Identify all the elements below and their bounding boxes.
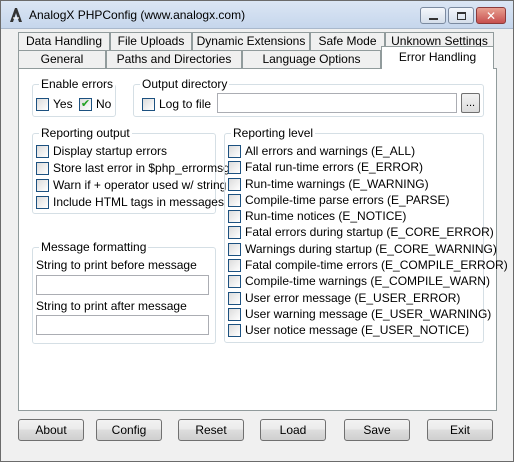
- analogx-logo-icon: [10, 8, 22, 22]
- tab-data-handling[interactable]: Data Handling: [18, 32, 110, 50]
- e-notice-checkbox[interactable]: Run-time notices (E_NOTICE): [228, 209, 406, 223]
- e-user-notice-checkbox[interactable]: User notice message (E_USER_NOTICE): [228, 323, 469, 337]
- checkbox-label: Fatal compile-time errors (E_COMPILE_ERR…: [245, 258, 508, 272]
- output-directory-title: Output directory: [140, 77, 230, 91]
- save-button[interactable]: Save: [344, 419, 410, 441]
- include-html-tags-checkbox[interactable]: Include HTML tags in messages: [36, 195, 224, 209]
- checkbox-box[interactable]: [36, 178, 49, 192]
- enable-errors-no-checkbox[interactable]: ✔ No: [79, 97, 111, 111]
- check-mark-icon: ✔: [80, 97, 91, 110]
- checkbox-box[interactable]: [228, 144, 241, 158]
- tab-file-uploads[interactable]: File Uploads: [110, 32, 192, 50]
- checkbox-box[interactable]: [228, 258, 241, 272]
- output-directory-group: Output directory Log to file ...: [133, 77, 484, 117]
- tab-paths-and-directories[interactable]: Paths and Directories: [106, 50, 242, 68]
- checkbox-label: Yes: [53, 97, 73, 111]
- e-user-error-checkbox[interactable]: User error message (E_USER_ERROR): [228, 291, 460, 305]
- checkbox-label: Run-time warnings (E_WARNING): [245, 177, 429, 191]
- before-message-label: String to print before message: [36, 258, 197, 272]
- tab-dynamic-extensions[interactable]: Dynamic Extensions: [192, 32, 310, 50]
- checkbox-label: Compile-time warnings (E_COMPILE_WARN): [245, 274, 490, 288]
- checkbox-label: Log to file: [159, 97, 212, 111]
- checkbox-label: User warning message (E_USER_WARNING): [245, 307, 492, 321]
- checkbox-box[interactable]: [228, 193, 241, 207]
- close-icon: ✕: [485, 8, 497, 23]
- e-user-warning-checkbox[interactable]: User warning message (E_USER_WARNING): [228, 307, 491, 321]
- checkbox-box[interactable]: [36, 97, 49, 111]
- reporting-level-group: Reporting level All errors and warnings …: [224, 126, 508, 343]
- checkbox-box[interactable]: [228, 323, 241, 337]
- e-warning-checkbox[interactable]: Run-time warnings (E_WARNING): [228, 177, 429, 191]
- store-last-error-checkbox[interactable]: Store last error in $php_errormsg: [36, 161, 230, 175]
- app-window: AnalogX PHPConfig (www.analogx.com) ✕ Da…: [0, 0, 514, 462]
- browse-button[interactable]: ...: [461, 93, 480, 113]
- tab-error-handling[interactable]: Error Handling: [381, 46, 494, 69]
- e-core-warning-checkbox[interactable]: Warnings during startup (E_CORE_WARNING): [228, 242, 497, 256]
- minimize-button[interactable]: [420, 7, 446, 24]
- tab-language-options[interactable]: Language Options: [242, 50, 381, 68]
- reporting-level-title: Reporting level: [231, 126, 316, 140]
- enable-errors-group: Enable errors Yes ✔ No: [32, 77, 116, 117]
- e-core-error-checkbox[interactable]: Fatal errors during startup (E_CORE_ERRO…: [228, 225, 494, 239]
- checkbox-box[interactable]: [36, 144, 49, 158]
- e-parse-checkbox[interactable]: Compile-time parse errors (E_PARSE): [228, 193, 450, 207]
- checkbox-box[interactable]: [142, 97, 155, 111]
- maximize-button[interactable]: [448, 7, 474, 24]
- window-title: AnalogX PHPConfig (www.analogx.com): [29, 8, 246, 22]
- about-button[interactable]: About: [18, 419, 84, 441]
- title-bar[interactable]: AnalogX PHPConfig (www.analogx.com) ✕: [1, 1, 513, 29]
- tab-safe-mode[interactable]: Safe Mode: [310, 32, 385, 50]
- error-handling-panel: Enable errors Yes ✔ No Output directory …: [18, 68, 508, 411]
- checkbox-label: Fatal run-time errors (E_ERROR): [245, 160, 424, 174]
- checkbox-box[interactable]: [228, 225, 241, 239]
- checkbox-label: Warn if + operator used w/ string: [53, 178, 227, 192]
- checkbox-box[interactable]: [228, 274, 241, 288]
- checkbox-label: User notice message (E_USER_NOTICE): [245, 323, 470, 337]
- e-error-checkbox[interactable]: Fatal run-time errors (E_ERROR): [228, 160, 423, 174]
- checkbox-box[interactable]: [228, 242, 241, 256]
- config-button[interactable]: Config: [96, 419, 162, 441]
- load-button[interactable]: Load: [260, 419, 326, 441]
- checkbox-label: Store last error in $php_errormsg: [53, 161, 230, 175]
- warn-plus-operator-checkbox[interactable]: Warn if + operator used w/ string: [36, 178, 226, 192]
- checkbox-label: Compile-time parse errors (E_PARSE): [245, 193, 450, 207]
- tab-general[interactable]: General: [18, 50, 106, 68]
- e-compile-warn-checkbox[interactable]: Compile-time warnings (E_COMPILE_WARN): [228, 274, 490, 288]
- checkbox-box[interactable]: [228, 177, 241, 191]
- checkbox-box[interactable]: [228, 291, 241, 305]
- checkbox-label: Include HTML tags in messages: [53, 195, 224, 209]
- reporting-output-group: Reporting output Display startup errors …: [32, 126, 230, 214]
- message-formatting-title: Message formatting: [39, 240, 149, 254]
- minimize-icon: [428, 17, 438, 20]
- reset-button[interactable]: Reset: [178, 419, 244, 441]
- checkbox-box[interactable]: ✔: [79, 97, 92, 111]
- close-button[interactable]: ✕: [476, 7, 506, 24]
- checkbox-label: Display startup errors: [53, 144, 168, 158]
- after-message-field[interactable]: [36, 315, 209, 335]
- checkbox-box[interactable]: [228, 307, 241, 321]
- exit-button[interactable]: Exit: [427, 419, 493, 441]
- after-message-label: String to print after message: [36, 299, 187, 313]
- e-all-checkbox[interactable]: All errors and warnings (E_ALL): [228, 144, 415, 158]
- log-to-file-checkbox[interactable]: Log to file: [142, 97, 211, 111]
- message-formatting-group: Message formatting String to print befor…: [32, 240, 216, 344]
- checkbox-label: All errors and warnings (E_ALL): [245, 144, 416, 158]
- enable-errors-title: Enable errors: [39, 77, 116, 91]
- before-message-field[interactable]: [36, 275, 209, 295]
- checkbox-box[interactable]: [36, 161, 49, 175]
- checkbox-label: Fatal errors during startup (E_CORE_ERRO…: [245, 225, 494, 239]
- e-compile-error-checkbox[interactable]: Fatal compile-time errors (E_COMPILE_ERR…: [228, 258, 508, 272]
- checkbox-label: User error message (E_USER_ERROR): [245, 291, 461, 305]
- checkbox-label: Run-time notices (E_NOTICE): [245, 209, 407, 223]
- checkbox-label: No: [96, 97, 112, 111]
- checkbox-box[interactable]: [228, 209, 241, 223]
- display-startup-errors-checkbox[interactable]: Display startup errors: [36, 144, 167, 158]
- checkbox-label: Warnings during startup (E_CORE_WARNING): [245, 242, 497, 256]
- checkbox-box[interactable]: [228, 160, 241, 174]
- enable-errors-yes-checkbox[interactable]: Yes: [36, 97, 73, 111]
- log-file-path-field[interactable]: [217, 93, 457, 113]
- maximize-icon: [456, 11, 466, 20]
- reporting-output-title: Reporting output: [39, 126, 132, 140]
- checkbox-box[interactable]: [36, 195, 49, 209]
